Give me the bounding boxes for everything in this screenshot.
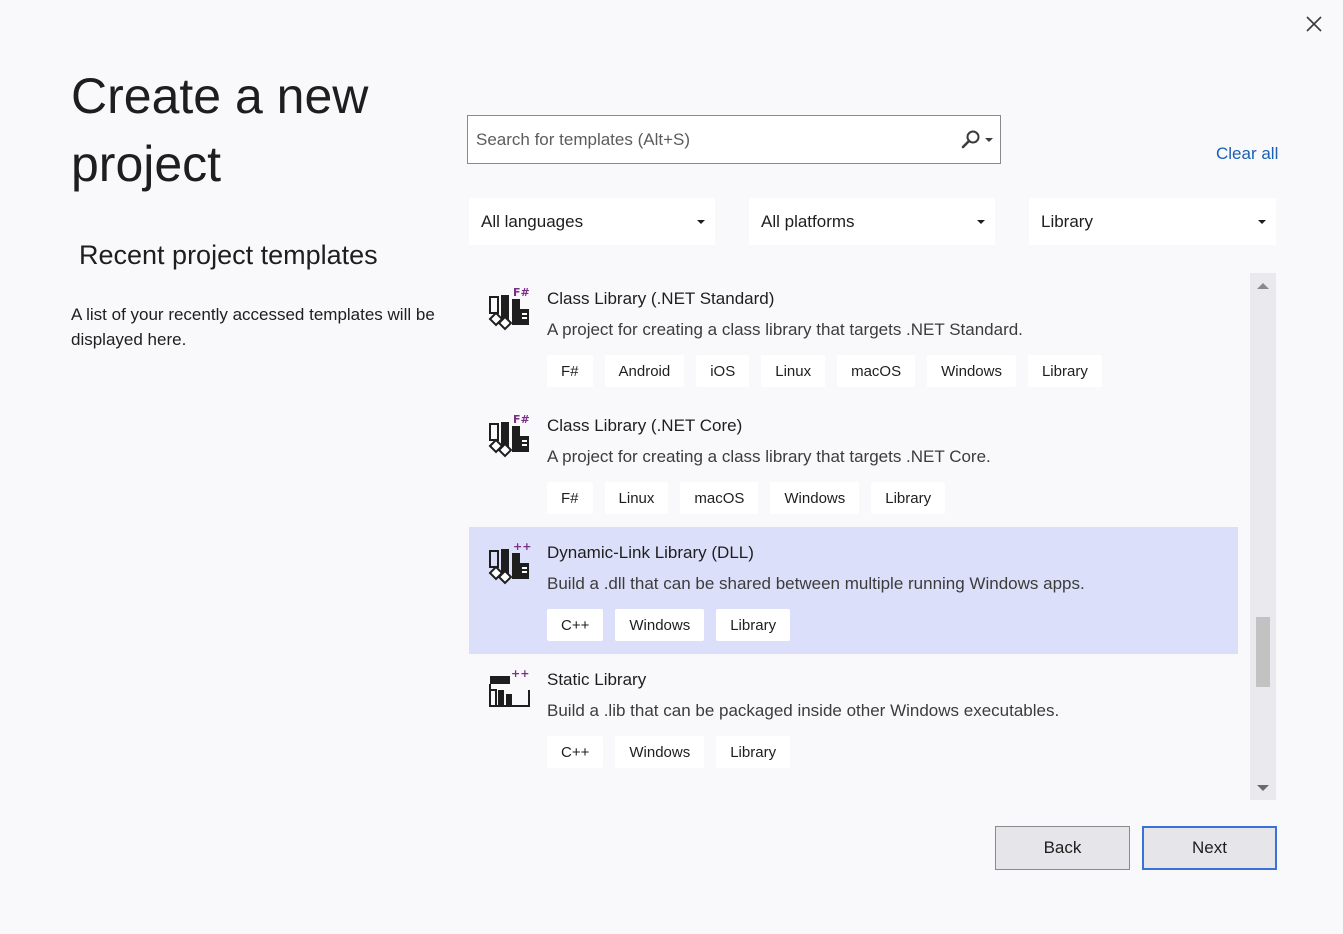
template-tag: Windows (770, 482, 860, 514)
clear-all-link[interactable]: Clear all (1216, 144, 1278, 164)
close-icon (1306, 16, 1322, 32)
cpp-dll-icon: ++ (488, 541, 531, 585)
scroll-down-icon[interactable] (1257, 785, 1269, 791)
template-tag: C++ (547, 736, 604, 768)
recent-templates-heading: Recent project templates (79, 240, 378, 270)
template-item-static-library[interactable]: ++ Static Library Build a .lib that can … (469, 654, 1238, 781)
language-filter-value: All languages (481, 211, 584, 231)
template-tag: F# (547, 355, 593, 387)
next-button[interactable]: Next (1142, 826, 1277, 870)
project-type-filter-dropdown[interactable]: Library (1029, 198, 1276, 245)
template-tag: Library (1027, 355, 1102, 387)
template-tag: macOS (680, 482, 759, 514)
template-lang-badge: F# (513, 287, 530, 299)
template-description: Build a .lib that can be packaged inside… (547, 701, 1060, 720)
project-type-filter-value: Library (1041, 211, 1093, 231)
template-description: A project for creating a class library t… (547, 320, 1023, 339)
cpp-static-library-icon: ++ (489, 668, 530, 707)
template-name: Class Library (.NET Core) (547, 416, 743, 435)
template-tag: Linux (761, 355, 826, 387)
template-list: F# Class Library (.NET Standard) A proje… (469, 273, 1238, 800)
template-tag: Linux (604, 482, 669, 514)
template-tag: F# (547, 482, 593, 514)
chevron-down-icon (697, 219, 705, 224)
template-tag: Windows (615, 609, 705, 641)
template-tag: Library (871, 482, 946, 514)
template-item-class-library-net-standard[interactable]: F# Class Library (.NET Standard) A proje… (469, 273, 1238, 400)
template-search-box (467, 115, 1001, 164)
template-lang-badge: ++ (511, 668, 529, 680)
template-tags: C++ Windows Library (547, 736, 791, 768)
close-button[interactable] (1298, 8, 1330, 40)
platform-filter-value: All platforms (761, 211, 855, 231)
back-button[interactable]: Back (995, 826, 1130, 870)
template-name: Static Library (547, 670, 647, 689)
template-tag: Library (716, 609, 791, 641)
search-icon (961, 130, 980, 148)
template-tags: C++ Windows Library (547, 609, 791, 641)
platform-filter-dropdown[interactable]: All platforms (749, 198, 995, 245)
template-tag: Android (604, 355, 685, 387)
template-tags: F# Linux macOS Windows Library (547, 482, 946, 514)
search-options-button[interactable] (960, 129, 994, 151)
template-tag: macOS (837, 355, 916, 387)
template-tag: C++ (547, 609, 604, 641)
template-name: Class Library (.NET Standard) (547, 289, 775, 308)
fsharp-class-library-icon: F# (488, 287, 530, 331)
template-tag: Windows (927, 355, 1016, 387)
template-tag: Windows (615, 736, 705, 768)
language-filter-dropdown[interactable]: All languages (469, 198, 715, 245)
chevron-down-icon (985, 137, 993, 142)
scrollbar-thumb[interactable] (1256, 617, 1270, 687)
template-lang-badge: ++ (513, 541, 531, 553)
template-list-scrollbar[interactable] (1250, 273, 1276, 800)
recent-templates-description: A list of your recently accessed templat… (71, 305, 435, 349)
chevron-down-icon (977, 219, 985, 224)
template-lang-badge: F# (513, 414, 530, 426)
template-tag: iOS (696, 355, 750, 387)
template-description: A project for creating a class library t… (547, 447, 991, 466)
template-item-dynamic-link-library[interactable]: ++ Dynamic-Link Library (DLL) Build a .d… (469, 527, 1238, 654)
template-description: Build a .dll that can be shared between … (547, 574, 1085, 593)
chevron-down-icon (1258, 219, 1266, 224)
template-tags: F# Android iOS Linux macOS Windows Libra… (547, 355, 1102, 387)
template-name: Dynamic-Link Library (DLL) (547, 543, 754, 562)
fsharp-class-library-icon: F# (488, 414, 530, 458)
template-tag: Library (716, 736, 791, 768)
search-input[interactable] (468, 116, 960, 163)
template-item-class-library-net-core[interactable]: F# Class Library (.NET Core) A project f… (469, 400, 1238, 527)
scroll-up-icon[interactable] (1257, 283, 1269, 289)
page-title: Create a new project (71, 68, 369, 192)
